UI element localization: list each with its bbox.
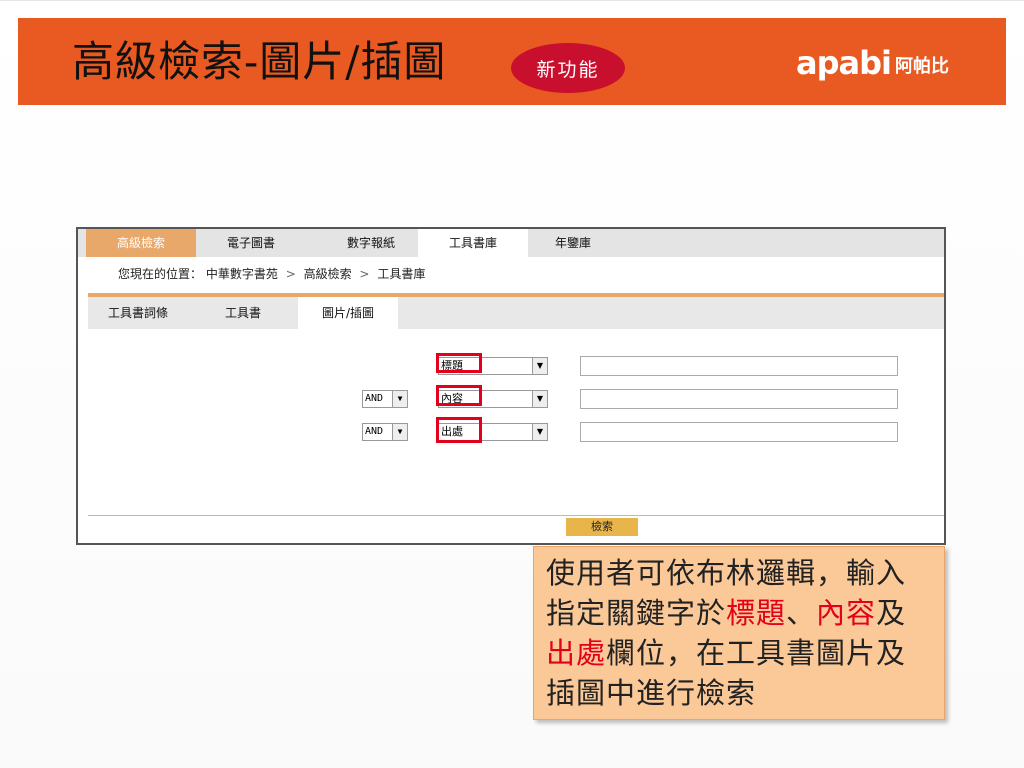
chevron-down-icon: ▼ — [392, 424, 407, 440]
logo-cjk: 阿帕比 — [894, 56, 949, 77]
operator-select-3[interactable]: AND ▼ — [362, 423, 408, 441]
chevron-down-icon: ▼ — [532, 424, 547, 440]
callout-highlight: 出處 — [546, 636, 607, 670]
callout-text: 、 — [786, 596, 817, 630]
tab-images-illustrations[interactable]: 圖片/插圖 — [298, 297, 398, 329]
nav-item-reference-books[interactable]: 工具書庫 — [418, 229, 528, 257]
breadcrumb-item[interactable]: 工具書庫 — [377, 267, 425, 281]
callout-highlight: 標題 — [726, 596, 787, 630]
nav-item-yearbooks[interactable]: 年鑒庫 — [528, 229, 618, 257]
nav-item-newspapers[interactable]: 數字報紙 — [306, 229, 436, 257]
chevron-down-icon: ▼ — [532, 358, 547, 374]
breadcrumb-item[interactable]: 中華數字書苑 — [206, 267, 278, 281]
callout-text: 及 — [876, 596, 907, 630]
apabi-logo: apabi 阿帕比 — [796, 44, 949, 82]
operator-select-value: AND — [365, 393, 384, 404]
breadcrumb-separator: > — [359, 267, 370, 281]
page-title: 高級檢索-圖片/插圖 — [72, 37, 447, 86]
keyword-input-1[interactable] — [580, 356, 898, 376]
callout-note: 使用者可依布林邏輯，輸入指定關鍵字於標題、內容及出處欄位，在工具書圖片及插圖中進… — [533, 546, 945, 720]
nav-item-advanced-search[interactable]: 高級檢索 — [86, 229, 196, 257]
breadcrumb: 您現在的位置： 中華數字書苑 > 高級檢索 > 工具書庫 — [118, 265, 425, 282]
header-banner: 高級檢索-圖片/插圖 新功能 apabi 阿帕比 — [18, 18, 1006, 105]
breadcrumb-prefix: 您現在的位置： — [118, 267, 203, 281]
keyword-input-3[interactable] — [580, 422, 898, 442]
chevron-down-icon: ▼ — [532, 391, 547, 407]
highlight-box — [436, 385, 482, 406]
sub-tabs: 工具書詞條 工具書 圖片/插圖 — [88, 297, 944, 329]
search-button[interactable]: 檢索 — [566, 518, 638, 536]
highlight-box — [436, 417, 482, 443]
new-feature-badge: 新功能 — [511, 43, 625, 93]
search-form: 標題 ▼ AND ▼ 內容 ▼ AND ▼ 出處 ▼ — [88, 329, 944, 516]
callout-highlight: 內容 — [816, 596, 877, 630]
highlight-box — [436, 353, 482, 373]
operator-select-value: AND — [365, 426, 384, 437]
operator-select-2[interactable]: AND ▼ — [362, 390, 408, 408]
tab-reference-books[interactable]: 工具書 — [188, 297, 298, 329]
nav-item-ebooks[interactable]: 電子圖書 — [196, 229, 306, 257]
screenshot-panel: 高級檢索 電子圖書 數字報紙 工具書庫 年鑒庫 您現在的位置： 中華數字書苑 >… — [76, 227, 946, 545]
logo-latin: apabi — [796, 44, 892, 82]
chevron-down-icon: ▼ — [392, 391, 407, 407]
keyword-input-2[interactable] — [580, 389, 898, 409]
top-nav: 高級檢索 電子圖書 數字報紙 工具書庫 年鑒庫 — [78, 229, 944, 257]
breadcrumb-separator: > — [285, 267, 296, 281]
breadcrumb-item[interactable]: 高級檢索 — [304, 267, 352, 281]
tab-reference-entries[interactable]: 工具書詞條 — [88, 297, 188, 329]
